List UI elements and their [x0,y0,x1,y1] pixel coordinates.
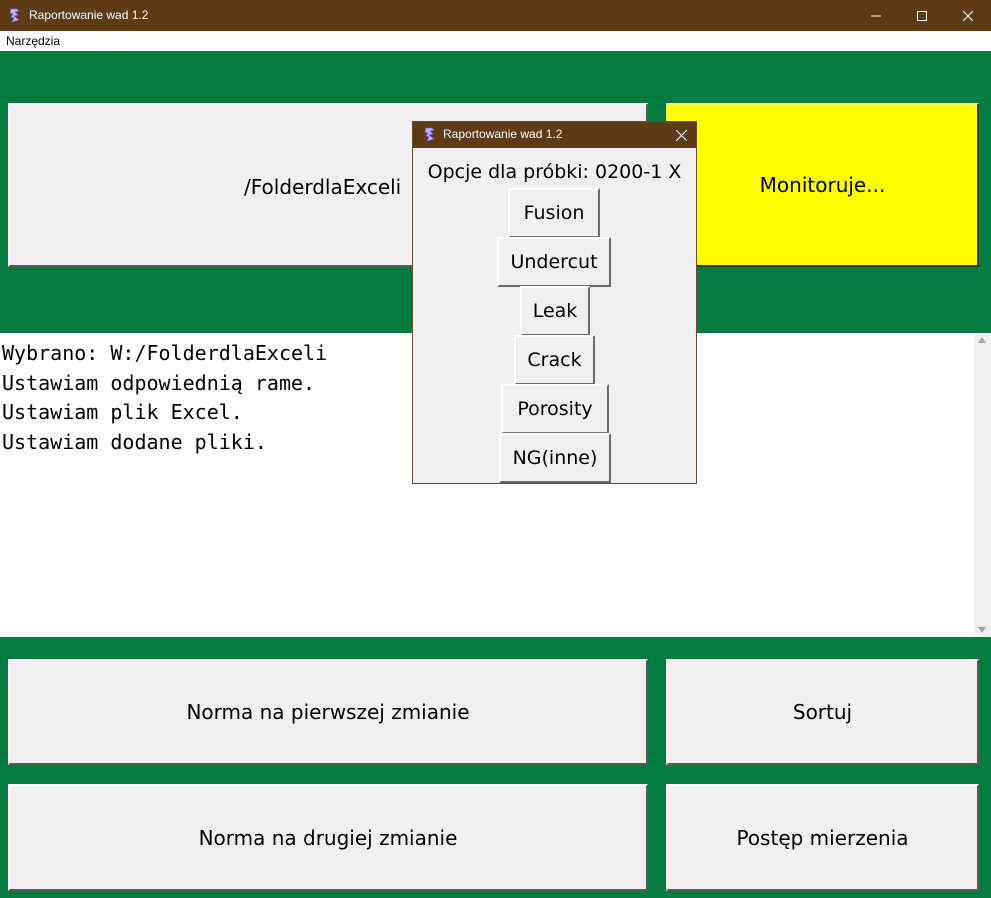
option-label: Leak [532,300,578,322]
norm-second-shift-button[interactable]: Norma na drugiej zmianie [8,784,648,891]
option-porosity-button[interactable]: Porosity [501,384,609,434]
close-icon [963,10,973,21]
option-fusion-button[interactable]: Fusion [508,188,600,238]
log-line: Ustawiam dodane pliki. [2,430,267,454]
option-undercut-button[interactable]: Undercut [497,237,611,287]
measurement-progress-label: Postęp mierzenia [736,825,909,850]
maximize-icon [917,10,927,21]
log-line: Ustawiam plik Excel. [2,400,243,424]
log-line: Wybrano: W:/FolderdlaExceli [2,341,328,365]
norm-first-shift-button[interactable]: Norma na pierwszej zmianie [8,659,648,765]
option-ng-other-button[interactable]: NG(inne) [499,433,611,483]
sample-options-dialog: Raportowanie wad 1.2 Opcje dla próbki: 0… [412,121,697,484]
norm-second-shift-label: Norma na drugiej zmianie [198,825,458,850]
dialog-close-button[interactable] [672,126,690,144]
option-label: Porosity [517,398,593,420]
option-crack-button[interactable]: Crack [514,335,595,385]
monitor-button[interactable]: Monitoruje... [666,103,979,267]
scroll-down-arrow-icon[interactable] [978,627,986,633]
menu-narzedzia[interactable]: Narzędzia [6,34,60,48]
measurement-progress-button[interactable]: Postęp mierzenia [666,784,979,891]
menu-bar: Narzędzia [0,31,991,51]
minimize-button[interactable] [853,0,899,31]
dialog-title: Raportowanie wad 1.2 [443,127,563,141]
sort-label: Sortuj [792,700,853,724]
dialog-heading: Opcje dla próbki: 0200-1 X [427,161,682,183]
close-icon [675,129,687,141]
app-icon [9,8,20,23]
option-label: Undercut [510,251,598,273]
scroll-up-arrow-icon[interactable] [978,337,986,343]
option-label: Crack [527,349,582,371]
monitor-button-label: Monitoruje... [759,173,886,197]
norm-first-shift-label: Norma na pierwszej zmianie [186,700,470,724]
option-leak-button[interactable]: Leak [520,286,590,336]
log-scrollbar[interactable] [974,333,991,637]
title-bar: Raportowanie wad 1.2 [0,0,991,31]
close-button[interactable] [945,0,991,31]
dialog-title-bar[interactable]: Raportowanie wad 1.2 [413,122,696,148]
option-label: NG(inne) [512,447,598,469]
log-line: Ustawiam odpowiednią rame. [2,371,316,395]
sort-button[interactable]: Sortuj [666,659,979,765]
folder-button-label: /FolderdlaExceli [244,175,402,199]
minimize-icon [871,15,881,16]
option-label: Fusion [523,202,585,224]
maximize-button[interactable] [899,0,945,31]
app-icon [424,127,435,142]
window-title: Raportowanie wad 1.2 [29,8,149,22]
